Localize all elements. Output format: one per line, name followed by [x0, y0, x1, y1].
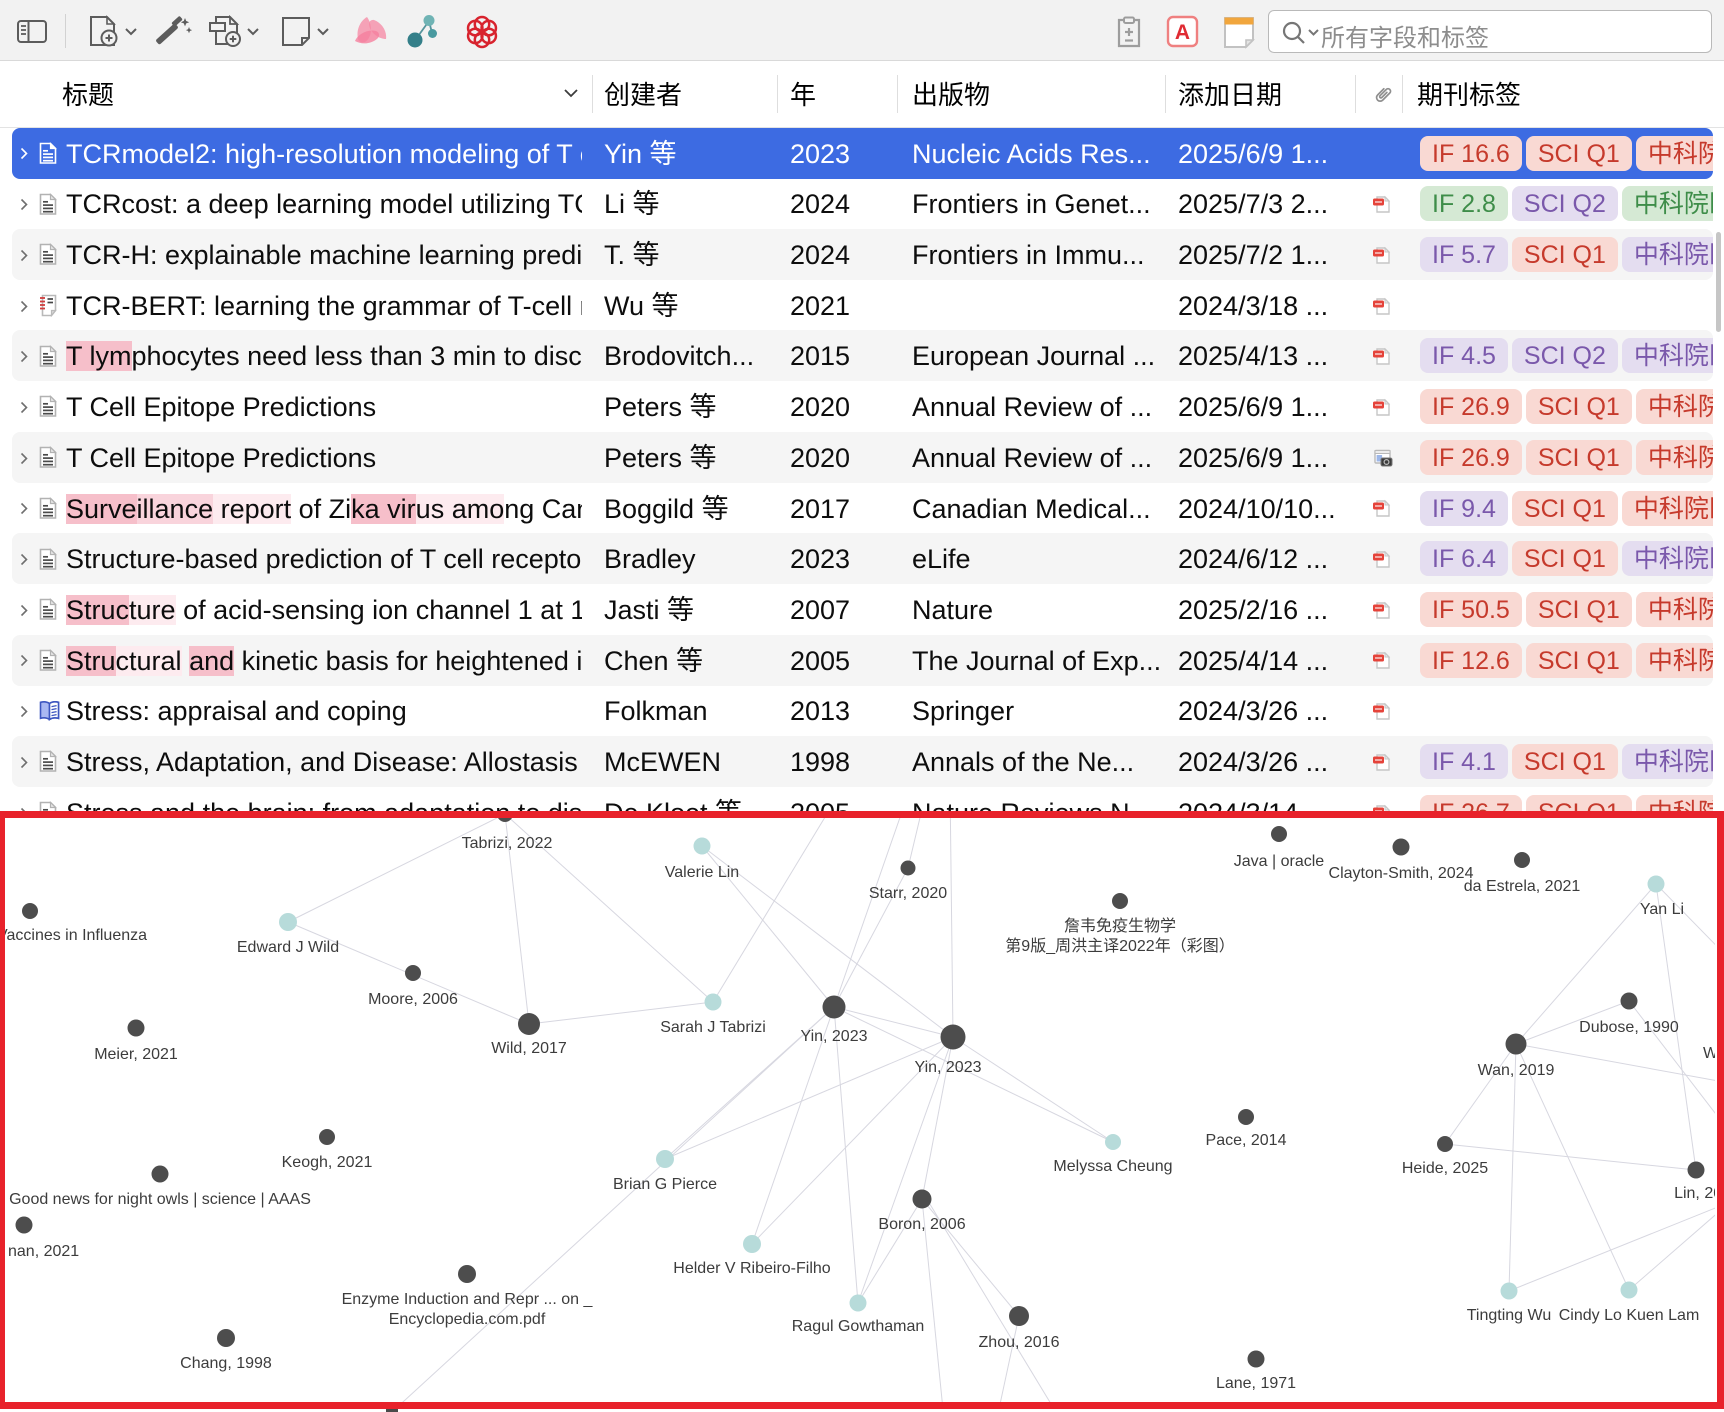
svg-text:Tingting Wu: Tingting Wu [1467, 1307, 1551, 1324]
svg-text:Meier, 2021: Meier, 2021 [94, 1046, 178, 1063]
svg-text:Clayton-Smith, 2024: Clayton-Smith, 2024 [1329, 865, 1474, 882]
svg-text:Good news for night owls | sci: Good news for night owls | science | AAA… [9, 1191, 311, 1208]
svg-text:Edward J Wild: Edward J Wild [237, 939, 339, 956]
svg-text:Enzyme Induction and Repr ...: Enzyme Induction and Repr ... on _ [342, 1291, 594, 1308]
svg-text:Zhou, 2016: Zhou, 2016 [979, 1334, 1060, 1351]
svg-text:Valerie Lin: Valerie Lin [665, 864, 739, 881]
svg-text:Wan, 2019: Wan, 2019 [1478, 1062, 1555, 1079]
svg-text:A: A [1175, 21, 1190, 44]
svg-text:Sarah J Tabrizi: Sarah J Tabrizi [660, 1019, 766, 1036]
svg-text:Starr, 2020: Starr, 2020 [869, 885, 947, 902]
svg-text:Lane, 1971: Lane, 1971 [1216, 1375, 1296, 1392]
svg-text:da Estrela, 2021: da Estrela, 2021 [1464, 878, 1581, 895]
svg-text:Moore, 2006: Moore, 2006 [368, 991, 458, 1008]
svg-text:Keogh, 2021: Keogh, 2021 [282, 1154, 373, 1171]
svg-text:Wat: Wat [1703, 1045, 1715, 1062]
svg-text:Tabrizi, 2022: Tabrizi, 2022 [462, 835, 553, 852]
svg-text:第9版_周洪主译2022年（彩图）: 第9版_周洪主译2022年（彩图） [1005, 937, 1234, 955]
svg-text:Yin, 2023: Yin, 2023 [914, 1059, 981, 1076]
svg-text:Brian G Pierce: Brian G Pierce [613, 1176, 717, 1193]
svg-text:Encyclopedia.com.pdf: Encyclopedia.com.pdf [389, 1311, 546, 1328]
svg-text:Vaccines in Influenza: Vaccines in Influenza [5, 927, 147, 944]
svg-text:Cindy Lo Kuen Lam: Cindy Lo Kuen Lam [1559, 1307, 1700, 1324]
svg-text:Boron, 2006: Boron, 2006 [878, 1216, 965, 1233]
svg-text:Yin, 2023: Yin, 2023 [800, 1028, 867, 1045]
svg-text:Heide, 2025: Heide, 2025 [1402, 1160, 1488, 1177]
svg-text:Chang, 1998: Chang, 1998 [180, 1355, 272, 1372]
svg-text:Wild, 2017: Wild, 2017 [491, 1040, 567, 1057]
svg-text:Melyssa Cheung: Melyssa Cheung [1053, 1158, 1172, 1175]
svg-text:Helder V Ribeiro-Filho: Helder V Ribeiro-Filho [673, 1260, 830, 1277]
svg-text:Ragul Gowthaman: Ragul Gowthaman [792, 1318, 925, 1335]
svg-text:nan, 2021: nan, 2021 [8, 1243, 79, 1260]
svg-text:Dubose, 1990: Dubose, 1990 [1579, 1019, 1679, 1036]
svg-text:Yan Li: Yan Li [1640, 901, 1684, 918]
svg-text:Pace, 2014: Pace, 2014 [1206, 1132, 1287, 1149]
svg-text:詹韦免疫生物学: 詹韦免疫生物学 [1064, 917, 1176, 935]
svg-text:Java | oracle: Java | oracle [1234, 853, 1325, 870]
svg-text:Lin, 2024: Lin, 2024 [1674, 1185, 1715, 1202]
